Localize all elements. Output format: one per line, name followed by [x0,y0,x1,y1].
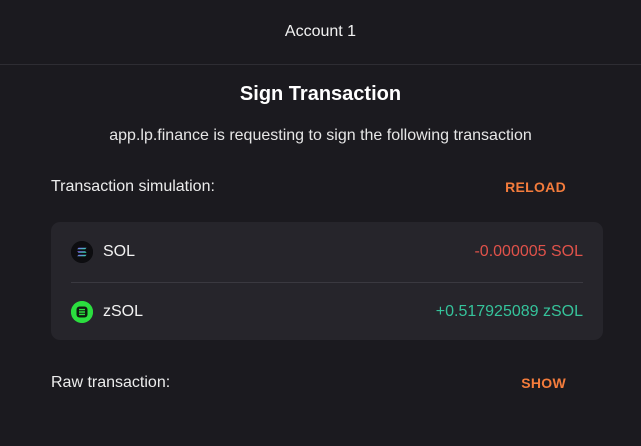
show-button[interactable]: SHOW [521,375,566,391]
page-title: Sign Transaction [239,83,402,105]
solana-logo-icon [71,241,93,263]
asset-amount: +0.517925089 zSOL [435,302,583,320]
simulation-label: Transaction simulation: [51,178,215,195]
simulation-card: SOL -0.000005 SOL zSOL +0.517925089 zSOL [51,222,603,340]
sign-transaction-window: Account 1 Sign Transaction app.lp.financ… [0,0,641,446]
raw-transaction-header: Raw transaction: SHOW [51,371,590,395]
asset-info: zSOL [71,300,144,323]
zsol-logo-icon [71,300,93,323]
list-item: zSOL +0.517925089 zSOL [71,282,583,340]
reload-button[interactable]: RELOAD [505,179,566,195]
asset-name: SOL [103,243,136,260]
account-name[interactable]: Account 1 [285,23,356,41]
simulation-header: Transaction simulation: RELOAD [51,175,590,199]
asset-name: zSOL [103,302,144,320]
list-item: SOL -0.000005 SOL [71,222,583,282]
request-description: app.lp.finance is requesting to sign the… [109,127,532,144]
main-content: Sign Transaction app.lp.finance is reque… [0,83,641,395]
asset-info: SOL [71,241,135,263]
account-header: Account 1 [0,0,641,65]
raw-transaction-label: Raw transaction: [51,374,171,391]
asset-amount: -0.000005 SOL [474,243,583,260]
